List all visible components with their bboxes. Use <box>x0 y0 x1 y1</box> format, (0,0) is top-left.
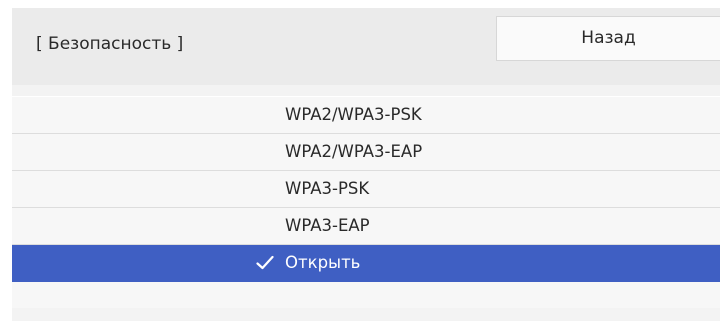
back-button-label: Назад <box>581 28 636 48</box>
footer-strip <box>12 308 720 321</box>
option-label: WPA3-EAP <box>285 216 370 235</box>
option-open-selected[interactable]: Открыть <box>12 245 720 282</box>
option-wpa3-eap[interactable]: WPA3-EAP <box>12 208 720 245</box>
check-icon <box>256 255 274 270</box>
back-button[interactable]: Назад <box>496 16 720 61</box>
option-label: Открыть <box>285 253 361 272</box>
option-label: WPA2/WPA3-PSK <box>285 105 422 124</box>
page-title: [ Безопасность ] <box>36 34 184 54</box>
security-options-list: WPA2/WPA3-PSK WPA2/WPA3-EAP WPA3-PSK WPA… <box>12 97 720 321</box>
option-wpa3-psk[interactable]: WPA3-PSK <box>12 171 720 208</box>
option-wpa2-wpa3-eap[interactable]: WPA2/WPA3-EAP <box>12 134 720 171</box>
header-separator <box>12 85 720 96</box>
option-label: WPA3-PSK <box>285 179 370 198</box>
security-settings-panel: [ Безопасность ] Назад WPA2/WPA3-PSK WPA… <box>12 8 720 321</box>
option-wpa2-wpa3-psk[interactable]: WPA2/WPA3-PSK <box>12 97 720 134</box>
header-bar: [ Безопасность ] Назад <box>12 8 720 85</box>
option-label: WPA2/WPA3-EAP <box>285 142 423 161</box>
